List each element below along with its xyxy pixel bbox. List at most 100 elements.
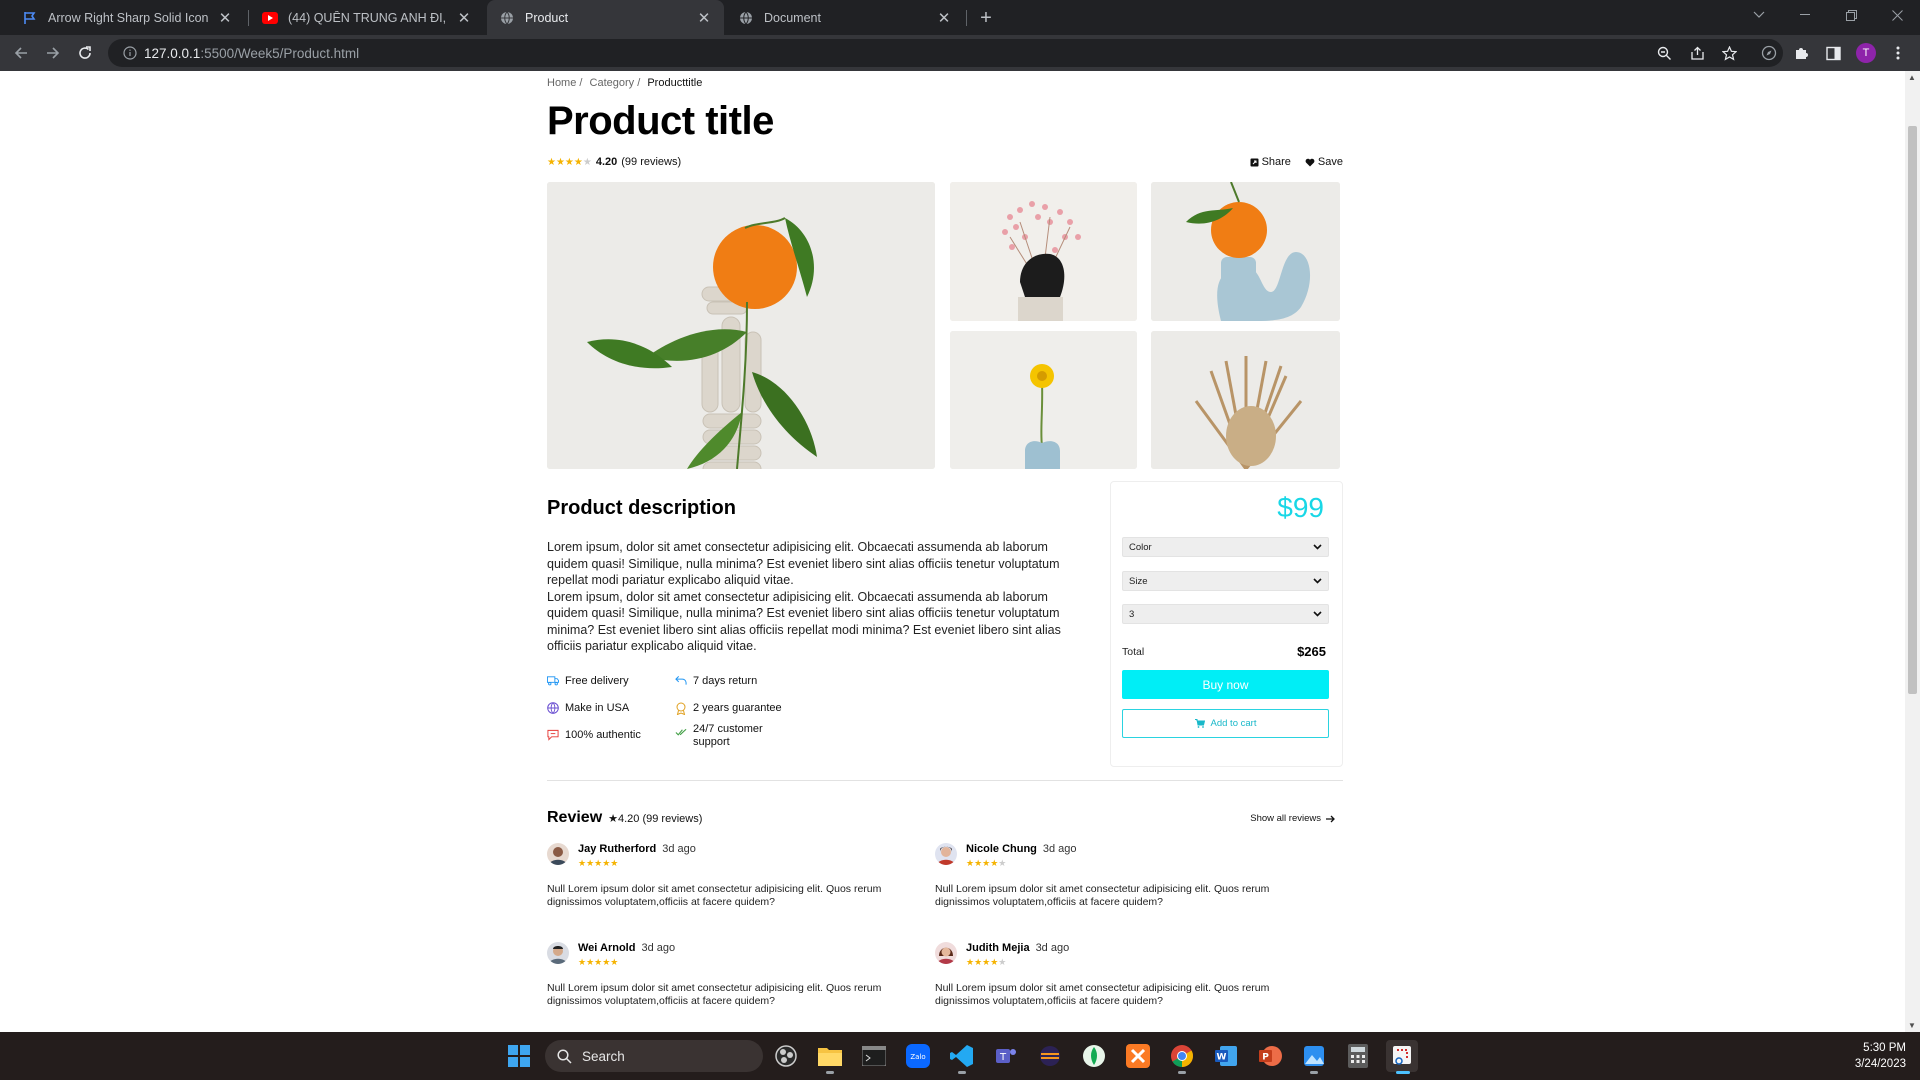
- product-thumbnail-3[interactable]: [950, 331, 1137, 469]
- mongodb-icon[interactable]: [1078, 1040, 1110, 1072]
- add-to-cart-button[interactable]: Add to cart: [1122, 709, 1329, 738]
- feature-label: Make in USA: [565, 702, 630, 714]
- breadcrumb-category[interactable]: Category /: [590, 77, 641, 89]
- chrome-icon[interactable]: [1166, 1040, 1198, 1074]
- word-icon[interactable]: W: [1210, 1040, 1242, 1072]
- teams-icon[interactable]: T: [990, 1040, 1022, 1072]
- show-all-reviews-link[interactable]: Show all reviews: [1250, 813, 1335, 824]
- product-image-main[interactable]: [547, 182, 935, 469]
- quantity-select[interactable]: 3: [1122, 604, 1329, 624]
- svg-text:P: P: [1262, 1053, 1269, 1063]
- breadcrumb-home[interactable]: Home /: [547, 77, 582, 89]
- product-price: $99: [1277, 492, 1324, 523]
- tab-search-icon[interactable]: [1736, 0, 1782, 30]
- close-window-icon[interactable]: [1874, 0, 1920, 30]
- eclipse-icon[interactable]: [1034, 1040, 1066, 1072]
- product-thumbnail-2[interactable]: [1151, 182, 1340, 321]
- minimize-icon[interactable]: [1782, 0, 1828, 30]
- start-windows-icon[interactable]: [503, 1040, 535, 1072]
- add-to-cart-label: Add to cart: [1210, 718, 1257, 729]
- svg-text:Zalo: Zalo: [910, 1053, 925, 1061]
- scrollbar-thumb[interactable]: [1908, 126, 1917, 694]
- save-button[interactable]: Save: [1305, 156, 1343, 168]
- restore-icon[interactable]: [1828, 0, 1874, 30]
- breadcrumb-current: Producttitle: [647, 77, 703, 89]
- new-tab-button[interactable]: +: [974, 6, 998, 30]
- tab-youtube[interactable]: (44) QUÊN TRUNG ANH ĐI, EM Q ✕: [250, 0, 484, 35]
- extensions-puzzle-icon[interactable]: [1789, 41, 1813, 65]
- reload-icon[interactable]: [73, 41, 97, 65]
- rating-value: 4.20: [595, 156, 618, 168]
- zoom-icon[interactable]: [1652, 41, 1676, 65]
- system-clock[interactable]: 5:30 PM 3/24/2023: [1855, 1040, 1906, 1072]
- taskbar-search-box[interactable]: Search: [545, 1040, 763, 1072]
- clock-time: 5:30 PM: [1863, 1042, 1906, 1054]
- menu-kebab-icon[interactable]: [1886, 41, 1910, 65]
- calculator-icon[interactable]: [1342, 1040, 1374, 1072]
- page-scrollbar[interactable]: ▲ ▼: [1905, 71, 1920, 1032]
- address-bar[interactable]: 127.0.0.1:5500/Week5/Product.html: [108, 39, 1783, 67]
- total-value: $265: [1297, 644, 1326, 659]
- rating-count: (99 reviews): [621, 156, 682, 168]
- url-text: 127.0.0.1:5500/Week5/Product.html: [144, 45, 360, 61]
- clock-date: 3/24/2023: [1854, 1058, 1906, 1070]
- back-icon[interactable]: [9, 41, 33, 65]
- obs-app-icon[interactable]: [770, 1040, 802, 1072]
- share-icon: [1250, 158, 1259, 166]
- bookmark-star-icon[interactable]: [1717, 41, 1741, 65]
- feature-support: 24/7 customer support: [675, 723, 763, 749]
- site-info-icon[interactable]: [116, 46, 144, 60]
- description-paragraph-1: Lorem ipsum, dolor sit amet consectetur …: [547, 540, 1060, 587]
- reviewer-name: Jay Rutherford 3d ago: [578, 843, 696, 855]
- page-viewport: Home / Category / Producttitle Product t…: [0, 71, 1905, 1032]
- scroll-down-icon[interactable]: ▼: [1908, 1021, 1916, 1030]
- extension-compass-icon[interactable]: [1757, 41, 1781, 65]
- xampp-icon[interactable]: [1122, 1040, 1154, 1072]
- zalo-icon[interactable]: Zalo: [902, 1040, 934, 1072]
- product-thumbnail-4[interactable]: [1151, 331, 1340, 469]
- reviewer-avatar: [935, 843, 957, 865]
- reviewer-avatar: [547, 942, 569, 964]
- review-text: Null Lorem ipsum dolor sit amet consecte…: [935, 883, 1270, 908]
- select-value: 3: [1129, 608, 1135, 620]
- review-stars-icon: ★★★★★: [578, 858, 619, 868]
- powerpoint-icon[interactable]: P: [1254, 1040, 1286, 1072]
- close-tab-icon[interactable]: ✕: [217, 10, 233, 27]
- file-explorer-icon[interactable]: [814, 1040, 846, 1074]
- rating-stars-icon: ★★★★★: [547, 156, 592, 168]
- size-select[interactable]: Size: [1122, 571, 1329, 591]
- buy-now-button[interactable]: Buy now: [1122, 670, 1329, 699]
- color-select[interactable]: Color: [1122, 537, 1329, 557]
- share-save-actions: Share Save: [1250, 156, 1343, 168]
- reviewer-avatar: [547, 843, 569, 865]
- page-title: Product title: [547, 99, 774, 143]
- cart-icon: [1194, 719, 1205, 728]
- vscode-icon[interactable]: [946, 1040, 978, 1074]
- forward-icon[interactable]: [41, 41, 65, 65]
- close-tab-icon[interactable]: ✕: [456, 10, 472, 27]
- profile-avatar[interactable]: T: [1854, 41, 1878, 65]
- show-all-label: Show all reviews: [1250, 813, 1321, 824]
- tab-document[interactable]: Document ✕: [726, 0, 964, 35]
- reviewer-name: Wei Arnold 3d ago: [578, 942, 676, 954]
- review-stars-icon: ★★★★★: [966, 957, 1007, 967]
- snipping-tool-icon[interactable]: [1386, 1040, 1418, 1074]
- close-tab-icon[interactable]: ✕: [696, 10, 712, 27]
- tab-product[interactable]: Product ✕: [487, 0, 724, 35]
- scroll-up-icon[interactable]: ▲: [1908, 73, 1916, 82]
- reviewer-avatar: [935, 942, 957, 964]
- feature-guarantee: 2 years guarantee: [675, 702, 782, 715]
- terminal-icon[interactable]: [858, 1040, 890, 1072]
- tab-arrow-icon-page[interactable]: Arrow Right Sharp Solid Icon | Fo ✕: [10, 0, 245, 35]
- reviewer-name: Nicole Chung 3d ago: [966, 843, 1077, 855]
- select-value: Size: [1129, 575, 1148, 587]
- select-value: Color: [1129, 541, 1152, 553]
- photos-icon[interactable]: [1298, 1040, 1330, 1074]
- feature-label: Free delivery: [565, 675, 629, 687]
- close-tab-icon[interactable]: ✕: [936, 10, 952, 27]
- product-thumbnail-1[interactable]: [950, 182, 1137, 321]
- share-page-icon[interactable]: [1685, 41, 1709, 65]
- side-panel-icon[interactable]: [1821, 41, 1845, 65]
- feature-label: 24/7 customer support: [693, 723, 763, 748]
- share-button[interactable]: Share: [1250, 156, 1291, 168]
